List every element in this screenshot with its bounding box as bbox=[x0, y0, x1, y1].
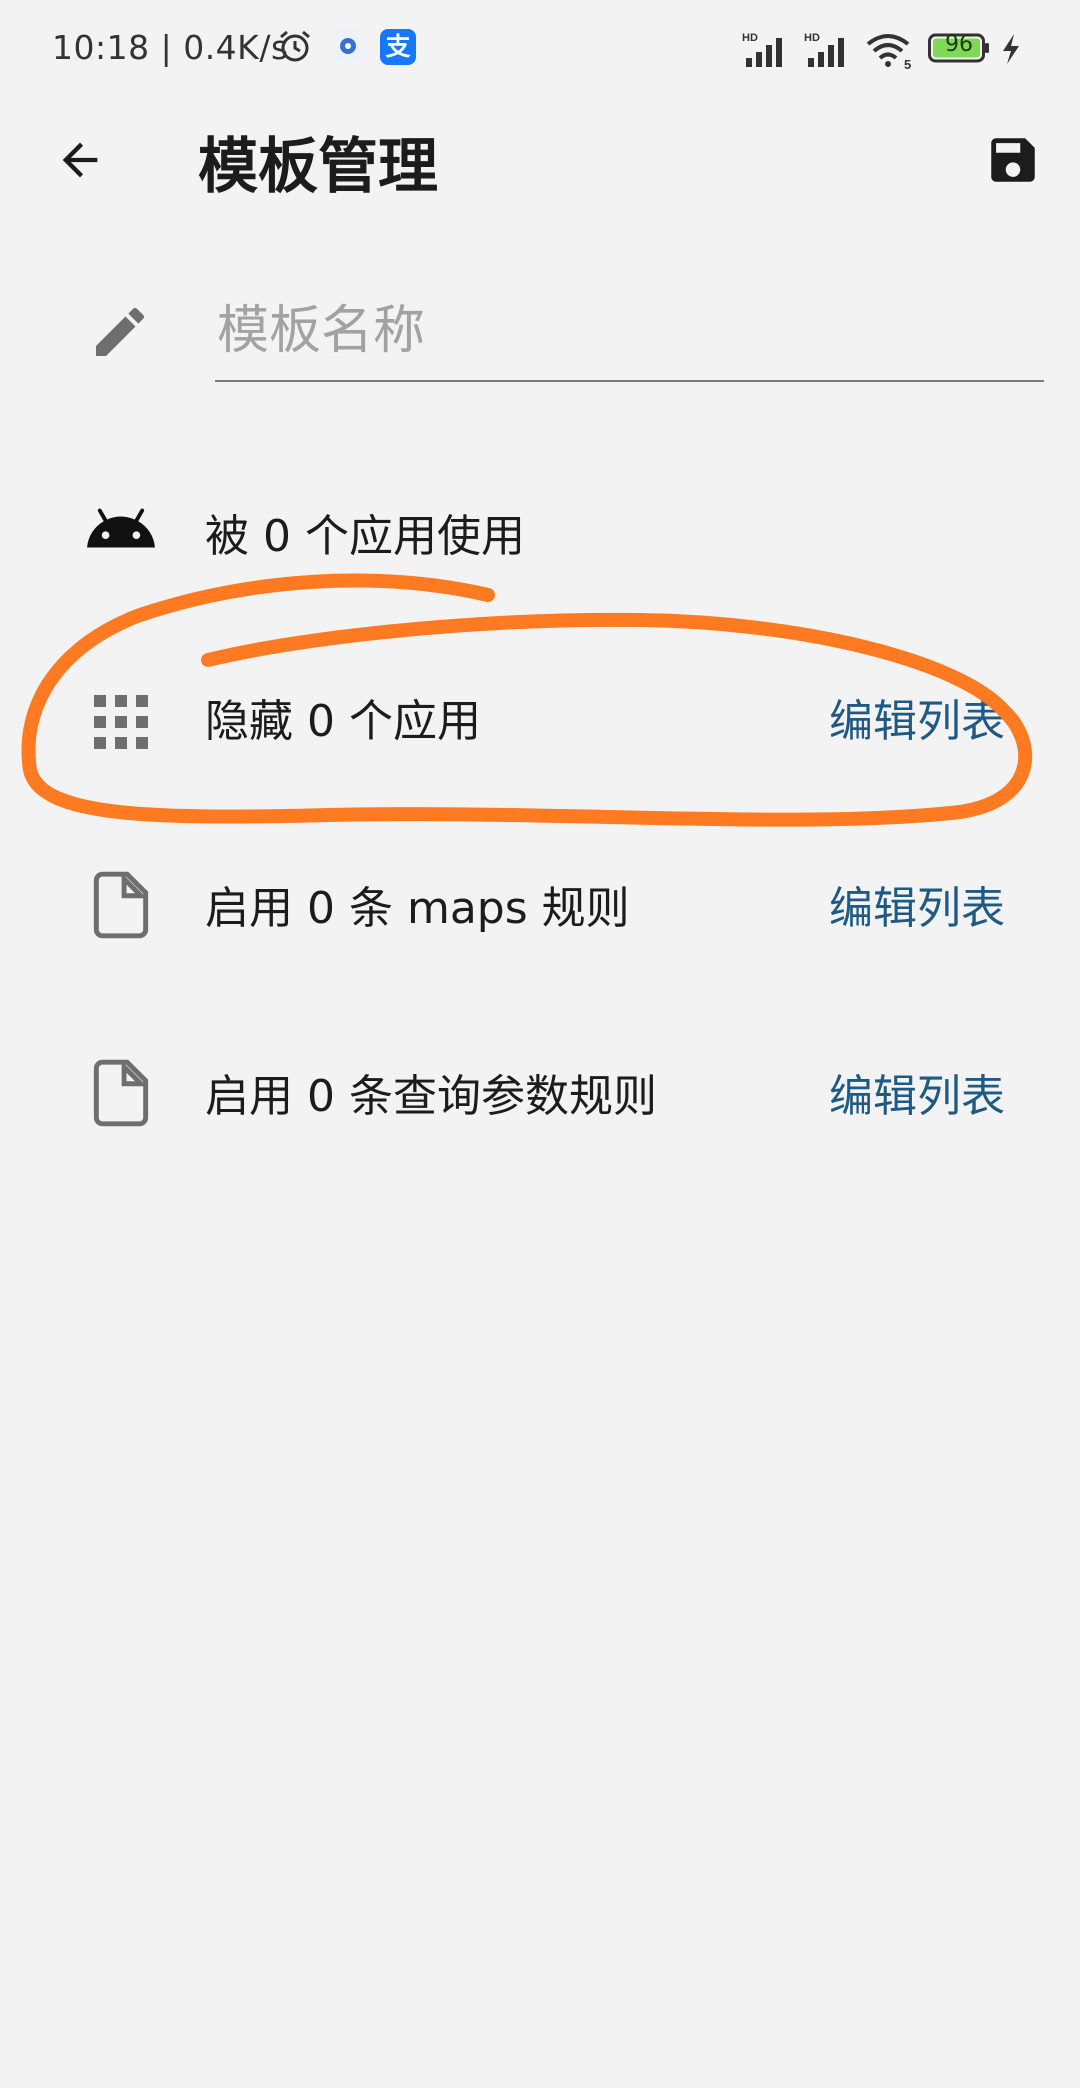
app-notification-icon bbox=[332, 30, 364, 62]
file-icon bbox=[93, 1059, 149, 1127]
status-bar: 10:18 | 0.4K/s 支 HD HD 5 96 bbox=[0, 0, 1080, 100]
maps-rules-text: 启用 0 条 maps 规则 bbox=[205, 883, 630, 934]
query-param-rules-text: 启用 0 条查询参数规则 bbox=[205, 1071, 657, 1122]
wifi-icon: 5 bbox=[866, 34, 911, 70]
file-icon bbox=[93, 871, 149, 939]
used-by-apps-text: 被 0 个应用使用 bbox=[205, 511, 525, 562]
svg-text:HD: HD bbox=[742, 32, 758, 44]
charging-icon bbox=[1003, 34, 1019, 64]
back-button[interactable] bbox=[40, 120, 120, 200]
maps-rules-row: 启用 0 条 maps 规则 编辑列表 bbox=[0, 842, 1080, 962]
edit-list-button[interactable]: 编辑列表 bbox=[829, 1060, 1005, 1124]
edit-list-button[interactable]: 编辑列表 bbox=[829, 872, 1005, 936]
arrow-back-icon bbox=[62, 142, 98, 178]
signal-icon: HD bbox=[742, 32, 782, 67]
page-title: 模板管理 bbox=[198, 132, 438, 202]
query-param-rules-row: 启用 0 条查询参数规则 编辑列表 bbox=[0, 1030, 1080, 1150]
battery-level: 96 bbox=[945, 32, 973, 57]
used-by-apps-row: 被 0 个应用使用 bbox=[0, 470, 1080, 590]
alipay-icon: 支 bbox=[380, 29, 416, 65]
save-button[interactable] bbox=[968, 120, 1058, 200]
edit-list-button[interactable]: 编辑列表 bbox=[829, 685, 1005, 749]
pencil-icon bbox=[96, 307, 145, 356]
grid-icon bbox=[94, 695, 148, 749]
signal-icon-2: HD bbox=[804, 32, 844, 67]
save-icon bbox=[991, 138, 1035, 182]
status-time: 10:18 | 0.4K/s bbox=[52, 28, 289, 67]
hidden-apps-text: 隐藏 0 个应用 bbox=[205, 696, 481, 747]
template-name-input[interactable] bbox=[215, 282, 1044, 382]
hidden-apps-row: 隐藏 0 个应用 编辑列表 bbox=[0, 655, 1080, 775]
android-icon bbox=[87, 508, 155, 548]
svg-text:HD: HD bbox=[804, 32, 820, 44]
alarm-icon bbox=[280, 30, 310, 62]
svg-text:5: 5 bbox=[904, 57, 911, 70]
